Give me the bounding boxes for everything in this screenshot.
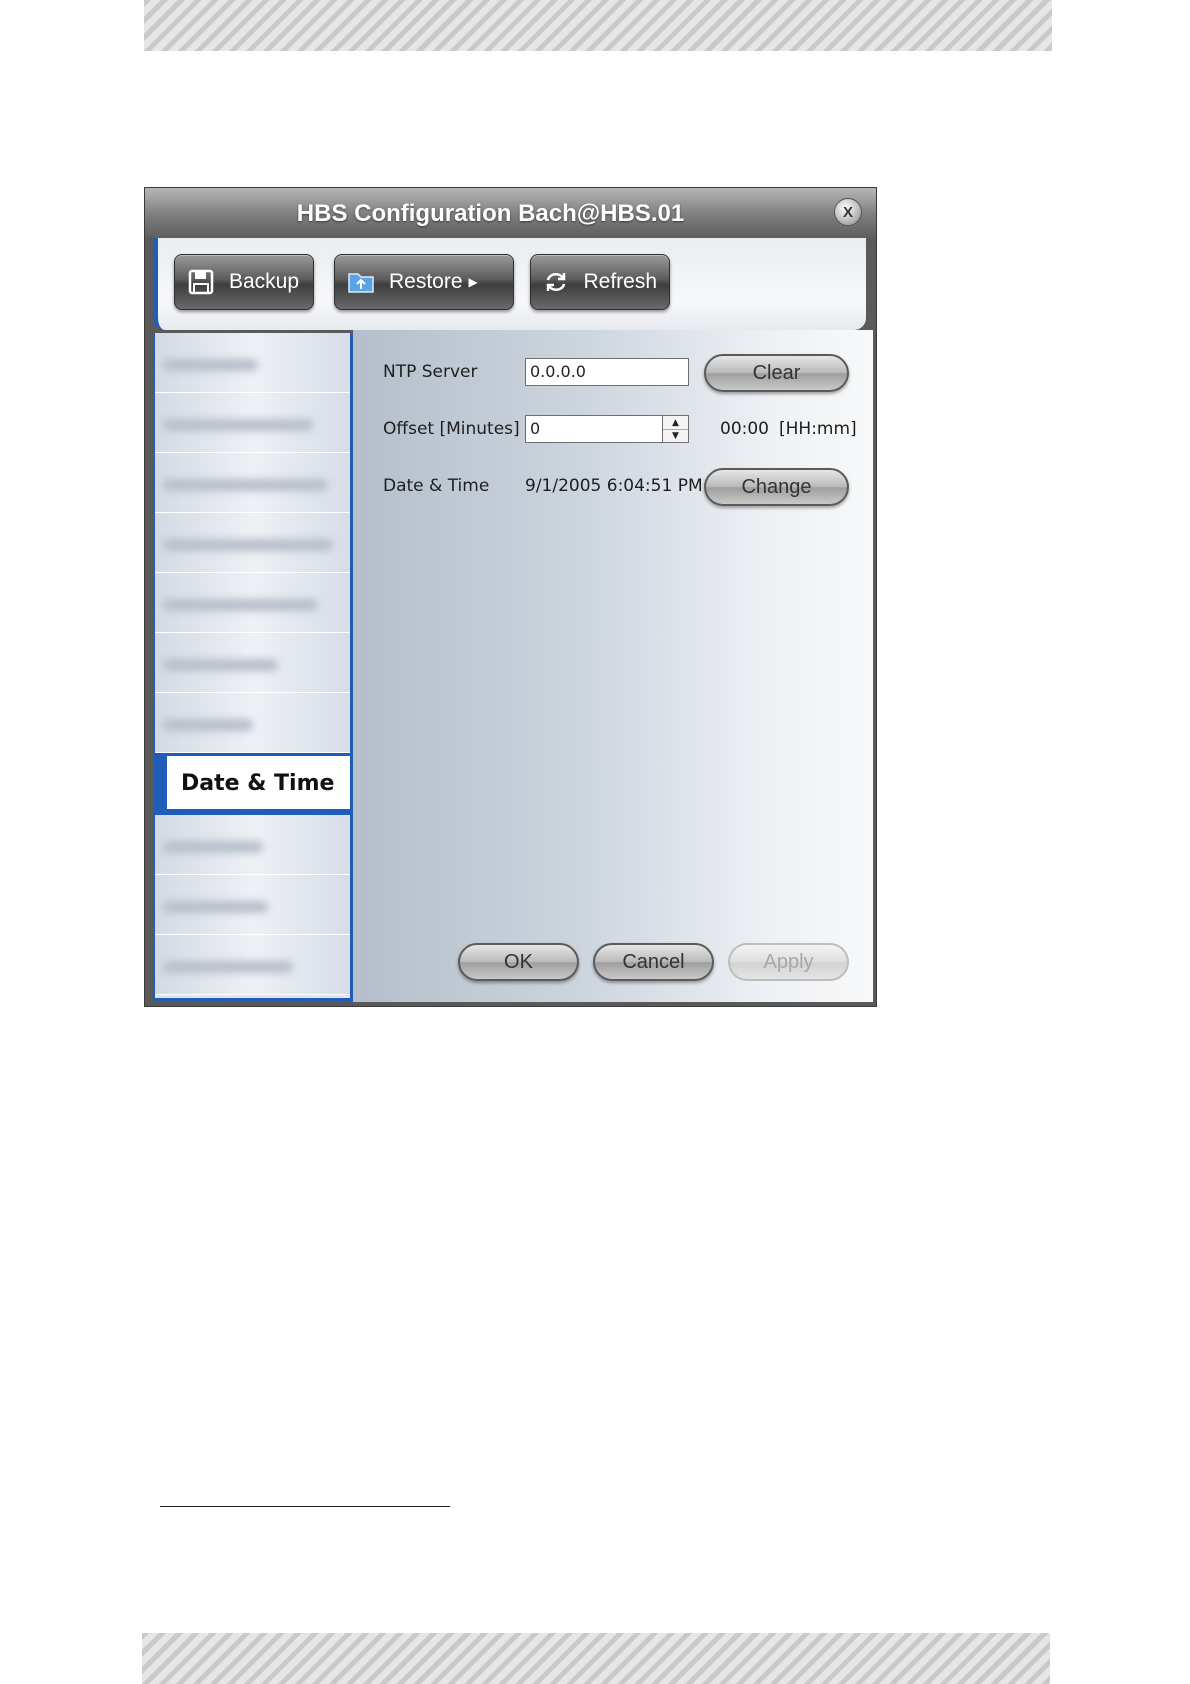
sidebar-item-date-time[interactable]: Date & Time <box>155 753 350 815</box>
redacted-text <box>163 659 278 671</box>
refresh-label: Refresh <box>583 270 657 293</box>
arrow-down-icon[interactable]: ▼ <box>663 429 688 442</box>
toolbar: Backup Restore ▶ Refresh <box>153 238 866 330</box>
redacted-text <box>163 599 318 611</box>
config-window: HBS Configuration Bach@HBS.01 X Backup R… <box>145 188 876 1006</box>
title-bar[interactable]: HBS Configuration Bach@HBS.01 X <box>145 188 876 238</box>
sidebar-item[interactable] <box>155 935 350 995</box>
cancel-button[interactable]: Cancel <box>593 943 714 981</box>
page-footer-band <box>142 1633 1050 1684</box>
sidebar: Date & Time <box>153 333 353 1001</box>
sidebar-item[interactable] <box>155 875 350 935</box>
sidebar-item[interactable] <box>155 393 350 453</box>
redacted-text <box>163 359 258 371</box>
redacted-text <box>163 719 253 731</box>
close-button[interactable]: X <box>834 198 862 226</box>
datetime-label: Date & Time <box>383 476 490 496</box>
sidebar-item[interactable] <box>155 573 350 633</box>
folder-icon <box>347 268 375 296</box>
offset-time-value: 00:00 <box>720 419 769 439</box>
offset-stepper[interactable]: ▲ ▼ <box>662 415 689 443</box>
save-icon <box>187 268 215 296</box>
datetime-value: 9/1/2005 6:04:51 PM <box>525 476 703 496</box>
window-title: HBS Configuration Bach@HBS.01 <box>296 200 685 227</box>
backup-button[interactable]: Backup <box>174 254 314 310</box>
caret-right-icon: ▶ <box>468 275 478 289</box>
close-icon: X <box>842 203 853 221</box>
sidebar-item[interactable] <box>155 333 350 393</box>
apply-button[interactable]: Apply <box>728 943 849 981</box>
redacted-text <box>163 539 333 551</box>
refresh-button[interactable]: Refresh <box>530 254 670 310</box>
footnote-divider <box>160 1506 450 1507</box>
sidebar-item[interactable] <box>155 453 350 513</box>
change-button[interactable]: Change <box>704 468 849 506</box>
restore-label: Restore <box>389 270 463 293</box>
sidebar-item[interactable] <box>155 815 350 875</box>
offset-label: Offset [Minutes] <box>383 419 520 439</box>
page-header-band <box>144 0 1052 51</box>
arrow-up-icon[interactable]: ▲ <box>663 416 688 430</box>
redacted-text <box>163 479 328 491</box>
redacted-text <box>163 961 293 973</box>
settings-panel: NTP Server 0.0.0.0 Clear Offset [Minutes… <box>353 330 873 1002</box>
clear-button[interactable]: Clear <box>704 354 849 392</box>
offset-input[interactable]: 0 <box>525 415 663 443</box>
ok-button[interactable]: OK <box>458 943 579 981</box>
restore-button[interactable]: Restore ▶ <box>334 254 514 310</box>
redacted-text <box>163 901 268 913</box>
redacted-text <box>163 419 313 431</box>
sidebar-item-label: Date & Time <box>181 771 335 796</box>
offset-format-hint: [HH:mm] <box>779 419 857 439</box>
ntp-server-label: NTP Server <box>383 362 478 382</box>
ntp-server-input[interactable]: 0.0.0.0 <box>525 358 689 386</box>
sidebar-item[interactable] <box>155 693 350 753</box>
refresh-icon <box>543 268 569 296</box>
sidebar-item[interactable] <box>155 513 350 573</box>
backup-label: Backup <box>229 270 300 293</box>
sidebar-item[interactable] <box>155 633 350 693</box>
redacted-text <box>163 841 263 853</box>
